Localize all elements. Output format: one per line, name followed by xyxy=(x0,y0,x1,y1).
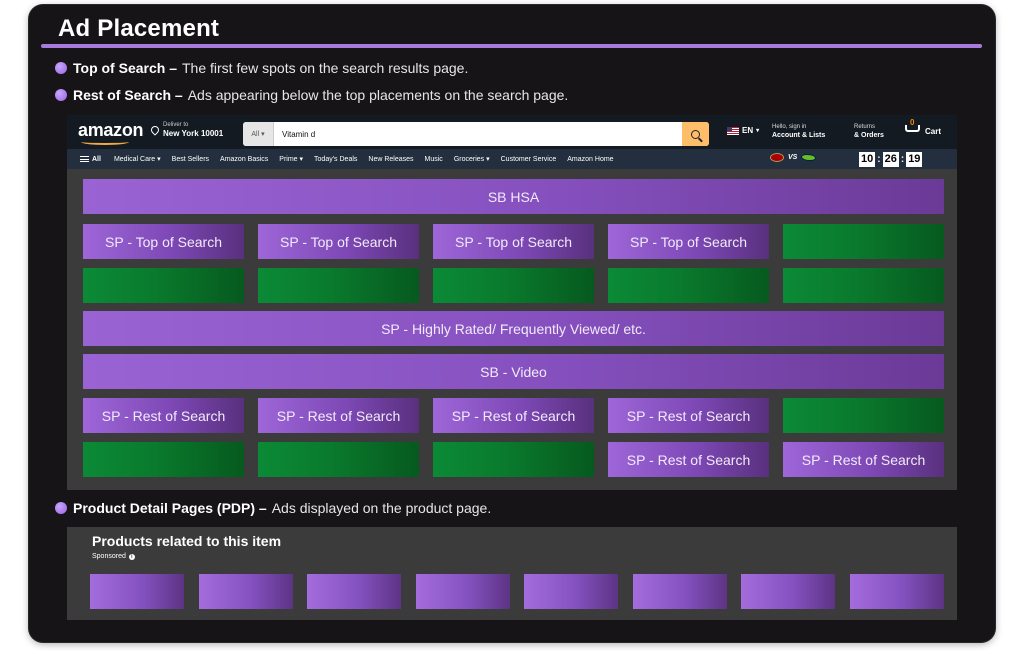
sp-top-of-search-placement: SP - Top of Search xyxy=(608,224,769,259)
search-bar: All ▾ Vitamin d xyxy=(243,122,709,146)
nav-item-prime[interactable]: Prime ▾ xyxy=(279,155,303,163)
nav-item-all[interactable]: All xyxy=(92,156,101,163)
search-input[interactable]: Vitamin d xyxy=(274,122,682,146)
clock-hours: 10 xyxy=(859,152,876,167)
sp-rest-of-search-placement: SP - Rest of Search xyxy=(258,398,419,433)
organic-result-tile xyxy=(433,442,594,477)
organic-result-tile xyxy=(83,268,244,303)
sp-top-of-search-placement: SP - Top of Search xyxy=(83,224,244,259)
language-label: EN xyxy=(742,126,754,135)
pdp-sponsored-product-tile xyxy=(850,574,944,609)
search-category-label: All xyxy=(251,130,260,138)
bullet-description: Ads displayed on the product page. xyxy=(271,500,492,516)
pdp-sponsored-product-tile xyxy=(199,574,293,609)
pdp-mockup: Products related to this item Sponsored … xyxy=(67,527,957,620)
orders-label: & Orders xyxy=(854,132,884,139)
nav-item-music[interactable]: Music xyxy=(425,156,443,163)
organic-result-tile xyxy=(608,268,769,303)
nav-item-best-sellers[interactable]: Best Sellers xyxy=(172,156,209,163)
search-button[interactable] xyxy=(682,122,709,146)
search-icon xyxy=(691,129,700,139)
sp-rest-of-search-placement: SP - Rest of Search xyxy=(433,398,594,433)
organic-result-tile xyxy=(433,268,594,303)
sp-rest-of-search-placement: SP - Rest of Search xyxy=(608,442,769,477)
amazon-header: amazon Deliver to New York 10001 All ▾ V… xyxy=(67,115,957,149)
game-vs-label: VS xyxy=(788,154,798,161)
deliver-location: New York 10001 xyxy=(163,129,224,138)
amazon-search-mockup: amazon Deliver to New York 10001 All ▾ V… xyxy=(67,115,957,490)
page-title: Ad Placement xyxy=(58,15,220,42)
organic-result-tile xyxy=(783,224,944,259)
amazon-nav-bar: All Medical Care ▾ Best Sellers Amazon B… xyxy=(67,149,957,169)
sp-rest-of-search-placement: SP - Rest of Search xyxy=(608,398,769,433)
game-promo[interactable]: VS xyxy=(770,153,817,162)
cart-button[interactable]: 0 Cart xyxy=(902,118,942,136)
sp-rest-of-search-placement: SP - Rest of Search xyxy=(783,442,944,477)
team-49ers-logo-icon xyxy=(770,153,784,162)
nav-item-customer-service[interactable]: Customer Service xyxy=(501,156,557,163)
organic-result-tile xyxy=(783,398,944,433)
nav-item-amazon-basics[interactable]: Amazon Basics xyxy=(220,156,268,163)
nav-item-todays-deals[interactable]: Today's Deals xyxy=(314,156,357,163)
sp-top-of-search-placement: SP - Top of Search xyxy=(258,224,419,259)
amazon-smile-icon xyxy=(81,139,129,145)
bullet-label: Product Detail Pages (PDP) – xyxy=(73,500,267,516)
pdp-sponsored-product-tile xyxy=(307,574,401,609)
pdp-sponsored-product-tile xyxy=(741,574,835,609)
pdp-sponsored-label: Sponsored i xyxy=(92,553,135,560)
account-greeting: Hello, sign in xyxy=(772,124,807,130)
sb-hsa-placement: SB HSA xyxy=(83,179,944,214)
bullet-dot-icon xyxy=(55,89,67,101)
pdp-sponsored-product-tile xyxy=(633,574,727,609)
bullet-description: Ads appearing below the top placements o… xyxy=(187,87,569,103)
nav-item-amazon-home[interactable]: Amazon Home xyxy=(567,156,613,163)
bullet-product-detail-pages: Product Detail Pages (PDP) – Ads display… xyxy=(55,500,491,516)
menu-icon[interactable] xyxy=(80,156,89,162)
cart-icon: 0 xyxy=(902,118,924,136)
nav-item-medical-care[interactable]: Medical Care ▾ xyxy=(114,155,161,163)
ad-placement-card: Ad Placement Top of Search – The first f… xyxy=(29,5,995,642)
title-divider xyxy=(41,44,982,48)
location-pin-icon xyxy=(149,123,161,136)
search-category-select[interactable]: All ▾ xyxy=(243,122,274,146)
sb-video-placement: SB - Video xyxy=(83,354,944,389)
countdown-clock: 10 : 26 : 19 xyxy=(859,152,923,167)
organic-result-tile xyxy=(258,442,419,477)
pdp-sponsored-product-tile xyxy=(524,574,618,609)
nav-item-new-releases[interactable]: New Releases xyxy=(368,156,413,163)
organic-result-tile xyxy=(83,442,244,477)
bullet-label: Rest of Search – xyxy=(73,87,183,103)
nav-item-groceries[interactable]: Groceries ▾ xyxy=(454,155,490,163)
sp-highly-rated-placement: SP - Highly Rated/ Frequently Viewed/ et… xyxy=(83,311,944,346)
bullet-label: Top of Search – xyxy=(73,60,177,76)
deliver-to[interactable]: Deliver to New York 10001 xyxy=(149,121,224,138)
organic-result-tile xyxy=(258,268,419,303)
sp-rest-of-search-placement: SP - Rest of Search xyxy=(83,398,244,433)
clock-seconds: 19 xyxy=(906,152,923,167)
bullet-rest-of-search: Rest of Search – Ads appearing below the… xyxy=(55,87,568,103)
bullet-top-of-search: Top of Search – The first few spots on t… xyxy=(55,60,468,76)
sp-top-of-search-placement: SP - Top of Search xyxy=(433,224,594,259)
language-selector[interactable]: EN ▾ xyxy=(727,126,759,135)
cart-label: Cart xyxy=(925,127,942,136)
info-icon[interactable]: i xyxy=(128,553,135,560)
sponsored-text: Sponsored xyxy=(92,553,126,560)
deliver-label: Deliver to xyxy=(163,122,189,128)
organic-result-tile xyxy=(783,268,944,303)
account-lists[interactable]: Hello, sign in Account & Lists xyxy=(772,123,825,140)
pdp-sponsored-product-tile xyxy=(416,574,510,609)
amazon-logo[interactable]: amazon xyxy=(78,120,144,141)
returns-label: Returns xyxy=(854,124,876,130)
returns-orders[interactable]: Returns & Orders xyxy=(854,123,884,140)
pdp-section-title: Products related to this item xyxy=(92,533,282,549)
account-label: Account & Lists xyxy=(772,132,826,139)
clock-minutes: 26 xyxy=(882,152,899,167)
bullet-dot-icon xyxy=(55,62,67,74)
bullet-description: The first few spots on the search result… xyxy=(181,60,469,76)
pdp-sponsored-product-tile xyxy=(90,574,184,609)
us-flag-icon xyxy=(727,126,739,135)
bullet-dot-icon xyxy=(55,502,67,514)
team-seahawks-logo-icon xyxy=(801,154,817,161)
